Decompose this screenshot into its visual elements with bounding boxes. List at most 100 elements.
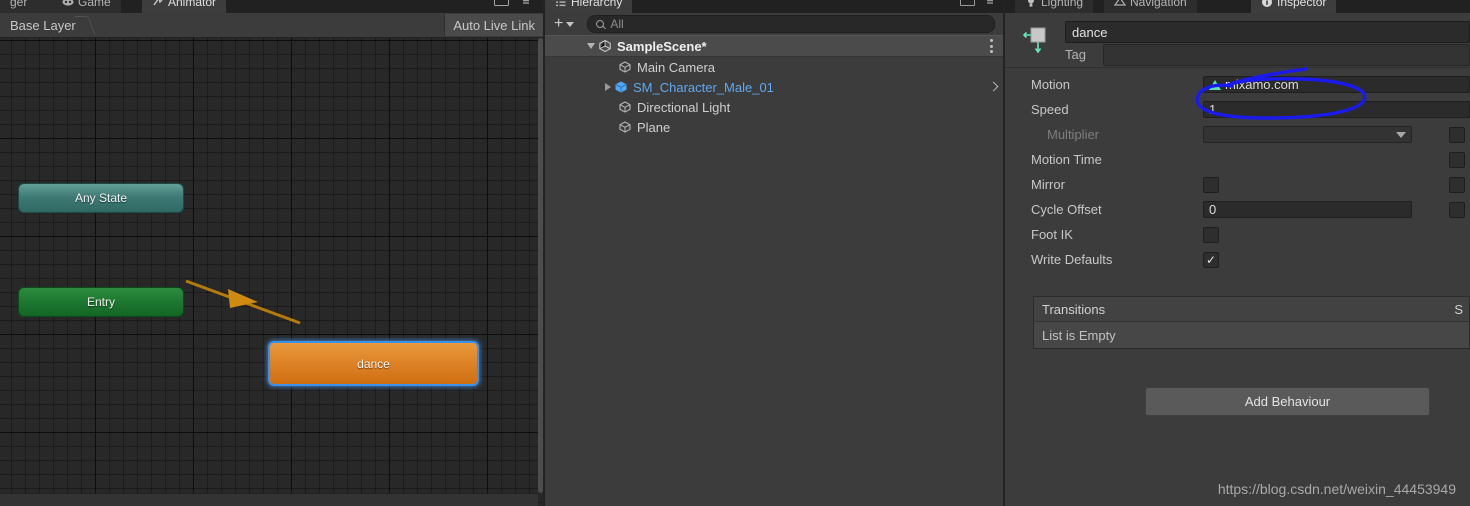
multiplier-parameter-toggle[interactable]: Para	[1448, 127, 1470, 143]
add-gameobject-button[interactable]: +	[551, 15, 577, 33]
property-row-write-defaults: Write Defaults ✓	[1005, 247, 1470, 272]
breadcrumb-label: Base Layer	[10, 17, 76, 33]
tab-navigation[interactable]: Navigation	[1104, 0, 1197, 13]
tab-hierarchy[interactable]: Hierarchy	[545, 0, 633, 13]
animator-horizontal-scrollbar[interactable]	[0, 493, 538, 506]
hierarchy-panel: Hierarchy + All SampleScene* Main Camera…	[545, 0, 1005, 506]
hierarchy-row-samplescene[interactable]: SampleScene*	[545, 35, 1005, 57]
hierarchy-tree[interactable]: SampleScene* Main Camera SM_Character_Ma…	[545, 35, 1005, 506]
property-row-motion: Motion mixamo.com	[1005, 72, 1470, 97]
gameobject-cube-icon	[618, 100, 632, 114]
gameobject-cube-icon	[618, 120, 632, 134]
tag-label: Tag	[1065, 46, 1086, 62]
inspector-tabstrip: Lighting Navigation Inspector	[1005, 0, 1470, 13]
tab-label: Animator	[168, 0, 217, 9]
watermark-url: https://blog.csdn.net/weixin_44453949	[1217, 481, 1456, 497]
transitions-empty-label: List is Empty	[1042, 327, 1116, 343]
write-defaults-checkbox[interactable]: ✓	[1203, 251, 1219, 268]
hierarchy-row-plane[interactable]: Plane	[545, 117, 1005, 137]
transitions-header-label: Transitions	[1042, 301, 1106, 317]
transitions-solo-label: S	[1454, 301, 1463, 317]
hierarchy-row-label: SM_Character_Male_01	[633, 79, 774, 95]
tab-lighting[interactable]: Lighting	[1015, 0, 1094, 13]
hierarchy-tabstrip: Hierarchy	[545, 0, 1005, 13]
transitions-empty-row: List is Empty	[1033, 321, 1470, 349]
foot-ik-checkbox[interactable]	[1203, 226, 1219, 243]
tab-animator[interactable]: Animator	[142, 0, 227, 13]
hierarchy-icon	[555, 0, 567, 8]
tab-label: Navigation	[1130, 0, 1187, 9]
chevron-down-icon	[566, 21, 575, 27]
add-behaviour-button[interactable]: Add Behaviour	[1145, 387, 1430, 416]
animator-state-icon	[1022, 27, 1053, 55]
cycle-offset-parameter-toggle[interactable]: Para	[1448, 202, 1470, 218]
checkbox[interactable]	[1448, 152, 1465, 168]
inspector-header: dance Tag	[1005, 13, 1470, 68]
hierarchy-row-directional-light[interactable]: Directional Light	[545, 97, 1005, 117]
gameobject-cube-icon	[618, 60, 632, 74]
state-node-dance[interactable]: dance	[268, 341, 479, 386]
state-node-label: Entry	[86, 295, 115, 309]
animator-icon	[152, 0, 164, 8]
mirror-parameter-toggle[interactable]: Para	[1448, 177, 1470, 193]
chevron-down-icon	[1396, 131, 1406, 138]
animator-state-graph[interactable]: Any State Entry dance	[0, 38, 543, 506]
hierarchy-row-label: Main Camera	[637, 59, 716, 75]
animator-body: Base Layer Auto Live Link Any State Entr…	[0, 13, 543, 506]
maximize-icon[interactable]	[960, 0, 975, 6]
state-name-value: dance	[1072, 24, 1108, 40]
game-view-icon	[62, 0, 74, 8]
property-label: Speed	[1031, 102, 1069, 117]
prefab-open-chevron-icon[interactable]	[988, 81, 999, 92]
state-node-label: dance	[357, 356, 390, 371]
state-node-entry[interactable]: Entry	[18, 287, 184, 317]
chevron-down-icon[interactable]	[587, 43, 595, 49]
tab-label: ger	[10, 0, 28, 9]
tab-inspector[interactable]: Inspector	[1251, 0, 1337, 13]
property-row-multiplier: Multiplier Para	[1005, 122, 1470, 147]
transitions-list: Transitions S List is Empty	[1033, 296, 1470, 349]
property-row-speed: Speed 1	[1005, 97, 1470, 122]
hierarchy-row-main-camera[interactable]: Main Camera	[545, 57, 1005, 77]
motion-time-parameter-toggle[interactable]: Para	[1448, 152, 1470, 168]
scene-context-menu-icon[interactable]	[990, 39, 993, 53]
breadcrumb[interactable]: Base Layer	[0, 13, 96, 37]
animator-tabstrip: ger Game Animator	[0, 0, 543, 13]
animation-clip-icon	[1209, 79, 1221, 90]
tag-input[interactable]	[1103, 44, 1470, 66]
unity-editor-window: ger Game Animator Base Layer Auto Live L…	[0, 0, 1470, 506]
add-behaviour-label: Add Behaviour	[1244, 394, 1331, 409]
prefab-cube-icon	[614, 80, 628, 94]
cycle-offset-input[interactable]: 0	[1203, 201, 1412, 218]
mirror-checkbox[interactable]	[1203, 176, 1219, 193]
panel-menu-icon[interactable]	[521, 0, 531, 4]
transition-entry-to-dance[interactable]	[0, 38, 543, 506]
tab-label: Lighting	[1041, 0, 1084, 9]
plus-icon: +	[554, 15, 564, 32]
panel-menu-icon[interactable]	[985, 0, 995, 4]
lighting-icon	[1025, 0, 1037, 8]
motion-object-field[interactable]: mixamo.com	[1203, 76, 1470, 93]
tab-game[interactable]: Game	[52, 0, 121, 13]
maximize-icon[interactable]	[494, 0, 509, 6]
auto-live-link-button[interactable]: Auto Live Link	[444, 14, 543, 36]
checkbox[interactable]	[1448, 177, 1465, 193]
checkbox[interactable]	[1448, 202, 1465, 218]
property-label: Motion	[1031, 77, 1071, 92]
state-node-any-state[interactable]: Any State	[18, 183, 184, 213]
hierarchy-toolbar: + All	[545, 13, 1005, 36]
hierarchy-row-sm-character-male-01[interactable]: SM_Character_Male_01	[545, 77, 1005, 97]
property-row-mirror: Mirror Para	[1005, 172, 1470, 197]
state-name-input[interactable]: dance	[1065, 21, 1470, 43]
property-row-cycle-offset: Cycle Offset 0 Para	[1005, 197, 1470, 222]
speed-input[interactable]: 1	[1203, 101, 1470, 118]
property-row-motion-time: Motion Time Para	[1005, 147, 1470, 172]
state-node-label: Any State	[74, 191, 128, 205]
chevron-right-icon[interactable]	[605, 83, 611, 91]
search-input[interactable]: All	[587, 15, 995, 33]
navigation-icon	[1113, 0, 1127, 8]
inspector-panel: Lighting Navigation Inspector dance Tag …	[1005, 0, 1470, 506]
search-placeholder: All	[610, 17, 624, 31]
checkbox[interactable]	[1448, 127, 1465, 143]
multiplier-dropdown[interactable]	[1203, 126, 1412, 143]
